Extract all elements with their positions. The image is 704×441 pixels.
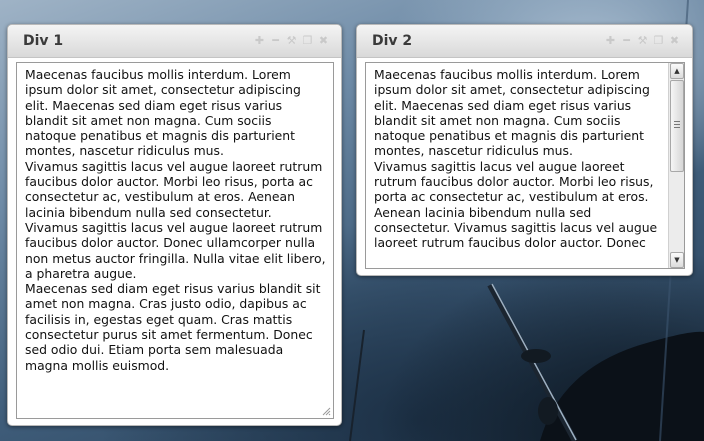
panel-title: Div 1	[23, 33, 64, 49]
thumb-grip-icon	[674, 121, 680, 128]
paragraph: Maecenas faucibus mollis interdum. Lorem…	[25, 67, 301, 159]
panel-title: Div 2	[372, 33, 413, 49]
panel-titlebar[interactable]: Div 2 ✚ ━ ⚒ ❐ ✖	[357, 25, 692, 58]
close-icon[interactable]: ✖	[318, 35, 329, 46]
panel-text: Maecenas faucibus mollis interdum. Lorem…	[17, 63, 333, 377]
scroll-down-button[interactable]: ▼	[670, 252, 684, 268]
minus-icon[interactable]: ━	[270, 35, 281, 46]
restore-icon[interactable]: ❐	[302, 35, 313, 46]
resize-grip-icon[interactable]	[322, 407, 331, 416]
panel-content-area[interactable]: Maecenas faucibus mollis interdum. Lorem…	[16, 62, 334, 419]
plus-icon[interactable]: ✚	[605, 35, 616, 46]
panel-div-2: Div 2 ✚ ━ ⚒ ❐ ✖ Maecenas faucibus mollis…	[356, 24, 693, 276]
close-icon[interactable]: ✖	[669, 35, 680, 46]
window-controls: ✚ ━ ⚒ ❐ ✖	[605, 35, 680, 46]
scrollbar-thumb[interactable]	[670, 80, 684, 172]
paragraph: Maecenas sed diam eget risus varius blan…	[25, 281, 321, 373]
panel-text: Maecenas faucibus mollis interdum. Lorem…	[366, 63, 684, 255]
paragraph: Vivamus sagittis lacus vel augue laoreet…	[374, 158, 658, 251]
vertical-scrollbar[interactable]: ▲ ▼	[668, 63, 684, 268]
wrench-icon[interactable]: ⚒	[637, 35, 648, 46]
wrench-icon[interactable]: ⚒	[286, 35, 297, 46]
paragraph: Vivamus sagittis lacus vel augue laoreet…	[25, 158, 326, 281]
panel-titlebar[interactable]: Div 1 ✚ ━ ⚒ ❐ ✖	[8, 25, 341, 58]
minus-icon[interactable]: ━	[621, 35, 632, 46]
paragraph: Maecenas faucibus mollis interdum. Lorem…	[374, 67, 650, 159]
restore-icon[interactable]: ❐	[653, 35, 664, 46]
plus-icon[interactable]: ✚	[254, 35, 265, 46]
window-controls: ✚ ━ ⚒ ❐ ✖	[254, 35, 329, 46]
scroll-up-button[interactable]: ▲	[670, 63, 684, 79]
panel-div-1: Div 1 ✚ ━ ⚒ ❐ ✖ Maecenas faucibus mollis…	[7, 24, 342, 426]
panel-content-area[interactable]: Maecenas faucibus mollis interdum. Lorem…	[365, 62, 685, 269]
